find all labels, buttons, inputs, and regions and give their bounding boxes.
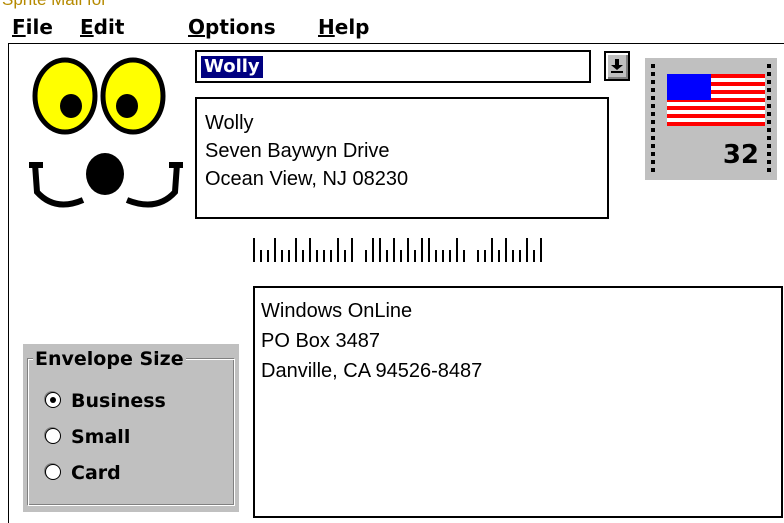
envelope-size-group: Envelope Size Business Small Card	[23, 344, 239, 512]
title-text: Sprite Mail for	[2, 0, 107, 9]
menu-edit[interactable]: Edit	[80, 12, 124, 42]
recipient-dropdown-button[interactable]	[604, 51, 630, 81]
recipient-combo[interactable]: Wolly	[195, 50, 591, 83]
envelope-size-legend: Envelope Size	[33, 348, 186, 370]
envelope-area: Wolly Wolly Seven Baywyn Drive Ocean Vie…	[8, 44, 784, 523]
radio-button-icon[interactable]	[45, 427, 61, 444]
stamp-perforation-right	[767, 64, 771, 174]
radio-business[interactable]: Business	[45, 388, 166, 414]
return-address-box[interactable]: Wolly Seven Baywyn Drive Ocean View, NJ …	[195, 97, 609, 219]
menu-options-mnemonic: O	[188, 15, 206, 39]
menu-help-label: elp	[334, 15, 370, 39]
flag-icon	[667, 74, 765, 126]
radio-business-label: Business	[71, 390, 166, 412]
menu-edit-mnemonic: E	[80, 15, 94, 39]
menu-file-mnemonic: F	[12, 15, 26, 39]
delivery-address-line3: Danville, CA 94526-8487	[261, 360, 483, 382]
menu-help-mnemonic: H	[318, 15, 335, 39]
menu-bar: File Edit Options Help	[8, 12, 784, 44]
stamp-perforation-left	[651, 64, 655, 174]
menu-edit-label: dit	[93, 15, 125, 39]
recipient-combo-value: Wolly	[201, 56, 263, 78]
menu-file[interactable]: File	[12, 12, 53, 42]
radio-button-checked-icon[interactable]	[45, 391, 61, 408]
return-address-line1: Wolly	[205, 112, 254, 134]
radio-card-label: Card	[71, 462, 121, 484]
arrow-down-icon	[611, 59, 623, 73]
radio-button-icon[interactable]	[45, 463, 61, 480]
menu-options-label: ptions	[205, 15, 276, 39]
menu-help[interactable]: Help	[318, 12, 370, 42]
radio-small[interactable]: Small	[45, 424, 130, 450]
menu-options[interactable]: Options	[188, 12, 276, 42]
radio-card[interactable]: Card	[45, 460, 121, 486]
delivery-address-line2: PO Box 3487	[261, 330, 380, 352]
stamp[interactable]: 32	[645, 58, 777, 180]
radio-small-label: Small	[71, 426, 131, 448]
postnet-barcode-icon	[253, 238, 542, 262]
delivery-address-box[interactable]: Windows OnLine PO Box 3487 Danville, CA …	[253, 286, 783, 518]
return-address-line2: Seven Baywyn Drive	[205, 140, 390, 162]
stamp-value: 32	[722, 140, 759, 170]
return-address-line3: Ocean View, NJ 08230	[205, 168, 409, 190]
menu-file-label: ile	[25, 15, 53, 39]
delivery-address-line1: Windows OnLine	[261, 300, 413, 322]
title-bar-fragment: Sprite Mail for	[0, 0, 784, 12]
face-logo-icon	[29, 57, 183, 208]
app-window: Sprite Mail for File Edit Options Help	[0, 0, 784, 523]
